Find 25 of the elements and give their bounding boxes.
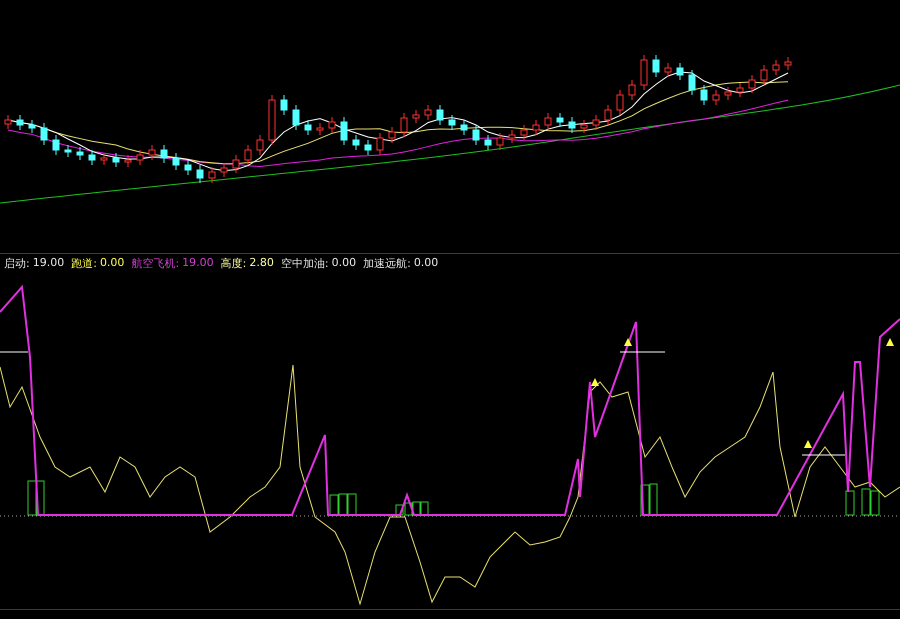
indicator-label: 加速远航: — [363, 256, 411, 270]
triangle-marker-icon — [804, 440, 812, 448]
indicator-bar — [846, 490, 854, 516]
triangle-marker-icon — [624, 338, 632, 346]
indicator-value: 19.00 — [32, 256, 64, 270]
indicator-bar — [640, 484, 650, 516]
indicator-value: 0.00 — [414, 256, 438, 270]
indicator-label: 跑道: — [71, 256, 97, 270]
triangle-marker-icon — [886, 338, 894, 346]
indicator-value: 2.80 — [249, 256, 274, 270]
indicator-label: 启动: — [4, 256, 30, 270]
indicator-bar — [870, 490, 880, 516]
indicator-bar — [330, 494, 338, 516]
level-line — [802, 454, 846, 456]
indicator-value: 0.00 — [332, 256, 356, 270]
indicator-label: 航空飞机: — [131, 256, 180, 270]
indicator-bar — [862, 488, 870, 516]
indicator-label: 高度: — [220, 256, 246, 270]
indicator-bar — [28, 480, 36, 516]
indicator-value: 19.00 — [182, 256, 214, 270]
triangle-marker-icon — [591, 378, 599, 386]
indicator-bar — [338, 494, 348, 516]
indicator-label: 空中加油: — [280, 256, 329, 270]
indicator-value: 0.00 — [100, 256, 124, 270]
indicator-bar — [348, 494, 356, 516]
